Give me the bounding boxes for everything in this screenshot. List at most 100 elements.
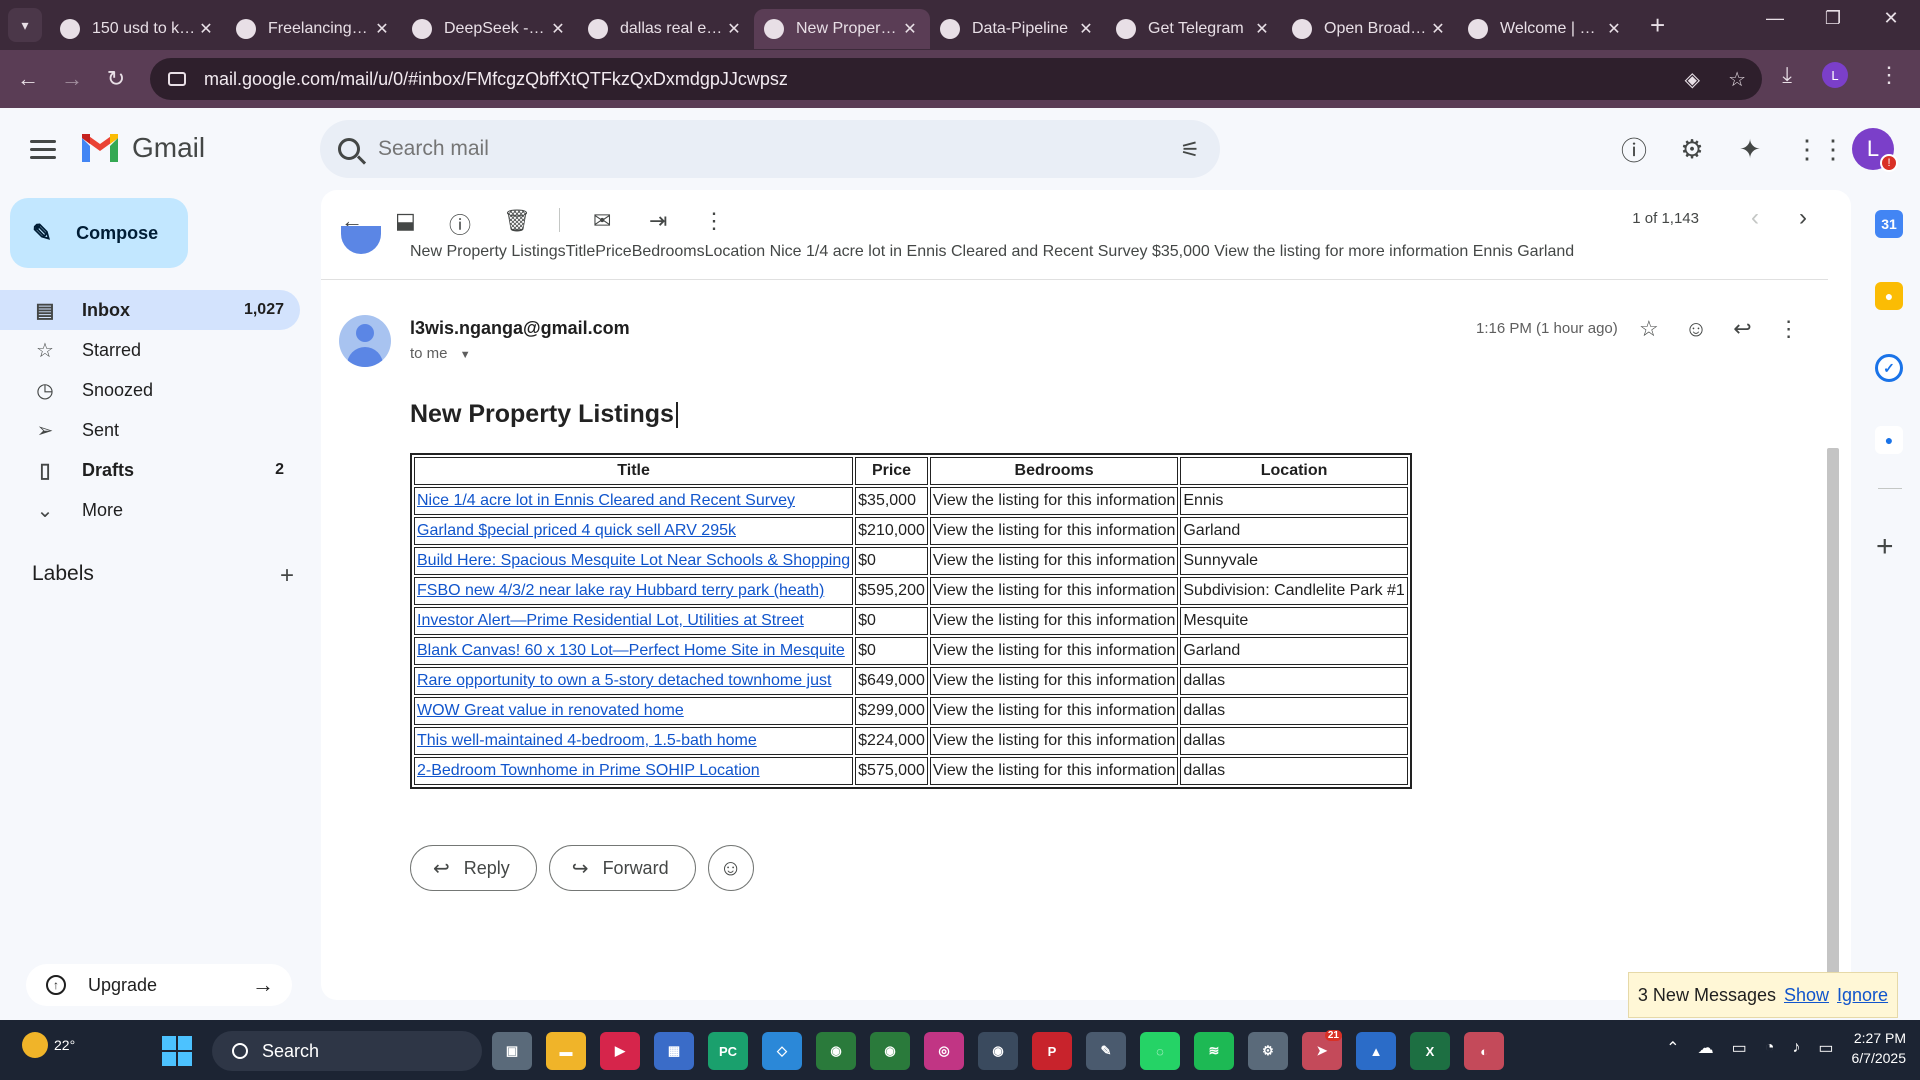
browser-tab[interactable]: Get Telegram ✕ — [1106, 9, 1282, 49]
listing-link[interactable]: FSBO new 4/3/2 near lake ray Hubbard ter… — [417, 582, 824, 599]
photos-icon[interactable]: ▲ — [1356, 1032, 1396, 1070]
older-chevron-icon[interactable]: › — [1799, 204, 1807, 232]
edge-icon[interactable]: ◐ — [1464, 1032, 1504, 1070]
more-vert-icon[interactable]: ⋮ — [1778, 316, 1800, 342]
file-explorer-icon[interactable]: ▬ — [546, 1032, 586, 1070]
site-info-icon[interactable] — [168, 72, 186, 86]
move-to-icon[interactable]: ⇥ — [649, 208, 667, 234]
sidebar-item-sent[interactable]: ➢ Sent — [0, 410, 300, 450]
settings-gear-icon[interactable]: ⚙ — [1678, 134, 1706, 165]
sidebar-item-snoozed[interactable]: ◷ Snoozed — [0, 370, 300, 410]
telegram-icon[interactable]: ➤ 21 — [1302, 1030, 1342, 1070]
emoji-reaction-button[interactable]: ☺ — [707, 845, 754, 891]
report-spam-icon[interactable]: ⓘ — [449, 208, 471, 240]
gemini-sparkle-icon[interactable]: ✦ — [1736, 134, 1764, 165]
upgrade-button[interactable]: ↑ Upgrade → — [26, 964, 292, 1006]
recipient-details[interactable]: to me ▼ — [410, 345, 471, 362]
reload-icon[interactable]: ↻ — [94, 66, 138, 92]
reply-icon[interactable]: ↩ — [1733, 316, 1751, 342]
browser-tab[interactable]: Open Broadcaster✕ — [1282, 9, 1458, 49]
listing-link[interactable]: WOW Great value in renovated home — [417, 702, 684, 719]
star-icon[interactable]: ☆ — [1639, 316, 1659, 342]
instagram-icon[interactable]: ◎ — [924, 1032, 964, 1070]
pycharm-icon[interactable]: PC — [708, 1032, 748, 1070]
newer-chevron-icon[interactable]: ‹ — [1751, 204, 1759, 232]
apps-grid-icon[interactable]: ⋮⋮ — [1794, 134, 1846, 165]
close-tab-icon[interactable]: ✕ — [372, 19, 392, 39]
sender-email[interactable]: l3wis.nganga@gmail.com — [410, 318, 630, 339]
help-icon[interactable]: ⓘ — [1620, 131, 1648, 168]
chrome-profile-icon[interactable]: ◉ — [978, 1032, 1018, 1070]
browser-tab[interactable]: 150 usd to ksh ✕ — [50, 9, 226, 49]
wifi-icon[interactable]: ◔ — [1765, 1039, 1775, 1057]
compose-button[interactable]: ✎ Compose — [10, 198, 188, 268]
browser-menu-icon[interactable]: ⋮ — [1878, 62, 1900, 88]
close-tab-icon[interactable]: ✕ — [1604, 19, 1624, 39]
browser-tab[interactable]: dallas real estate✕ — [578, 9, 754, 49]
collapsed-message[interactable]: New Property ListingsTitlePriceBedroomsL… — [321, 226, 1828, 280]
browser-profile-avatar[interactable]: L — [1822, 62, 1848, 88]
close-tab-icon[interactable]: ✕ — [724, 19, 744, 39]
whatsapp-icon[interactable]: ◌ — [1140, 1032, 1180, 1070]
calendar-icon[interactable]: 31 — [1875, 210, 1903, 238]
more-options-icon[interactable]: ⋮ — [703, 208, 725, 234]
start-windows-icon[interactable] — [162, 1036, 192, 1066]
chrome-icon[interactable]: ◉ — [816, 1032, 856, 1070]
browser-tab[interactable]: Welcome | Olostep✕ — [1458, 9, 1634, 49]
notepad-icon[interactable]: ✎ — [1086, 1032, 1126, 1070]
bookmark-star-icon[interactable]: ☆ — [1728, 67, 1746, 92]
sidebar-item-more[interactable]: ⌄ More — [0, 490, 300, 530]
taskbar-search[interactable]: Search — [212, 1031, 482, 1071]
listing-link[interactable]: Nice 1/4 acre lot in Ennis Cleared and R… — [417, 492, 795, 509]
browser-tab[interactable]: Data-Pipeline ✕ — [930, 9, 1106, 49]
listing-link[interactable]: Rare opportunity to own a 5-story detach… — [417, 672, 831, 689]
browser-tab[interactable]: Freelancing Jobs✕ — [226, 9, 402, 49]
python-icon[interactable]: ◇ — [762, 1032, 802, 1070]
gmail-logo[interactable]: Gmail — [80, 132, 205, 164]
listing-link[interactable]: Build Here: Spacious Mesquite Lot Near S… — [417, 552, 850, 569]
get-addons-icon[interactable]: + — [1876, 530, 1894, 564]
notification-show-link[interactable]: Show — [1784, 985, 1829, 1006]
close-tab-icon[interactable]: ✕ — [1428, 19, 1448, 39]
media-player-icon[interactable]: ▶ — [600, 1032, 640, 1070]
reply-button[interactable]: ↩ Reply — [410, 845, 537, 891]
sidebar-item-inbox[interactable]: ▤ Inbox 1,027 — [0, 290, 300, 330]
close-tab-icon[interactable]: ✕ — [548, 19, 568, 39]
mark-unread-icon[interactable]: ✉ — [593, 208, 611, 234]
excel-icon[interactable]: X — [1410, 1032, 1450, 1070]
new-tab-button[interactable]: + — [1650, 10, 1665, 41]
restore-button[interactable]: ❐ — [1804, 8, 1862, 29]
volume-icon[interactable]: ♪ — [1792, 1039, 1800, 1057]
keep-icon[interactable]: ● — [1875, 282, 1903, 310]
lens-icon[interactable]: ◈ — [1685, 67, 1700, 92]
emoji-react-icon[interactable]: ☺ — [1685, 316, 1707, 342]
address-bar[interactable]: mail.google.com/mail/u/0/#inbox/FMfcgzQb… — [150, 58, 1762, 100]
spotify-icon[interactable]: ≋ — [1194, 1032, 1234, 1070]
close-tab-icon[interactable]: ✕ — [1076, 19, 1096, 39]
sidebar-item-drafts[interactable]: ▯ Drafts 2 — [0, 450, 300, 490]
browser-tab[interactable]: DeepSeek - Into the Unknown✕ — [402, 9, 578, 49]
archive-icon[interactable]: ⬓ — [395, 208, 416, 234]
battery-icon[interactable]: ▭ — [1818, 1038, 1833, 1058]
forward-arrow-icon[interactable]: → — [50, 66, 94, 92]
sender-avatar[interactable] — [339, 315, 391, 367]
display-icon[interactable]: ▭ — [1732, 1038, 1747, 1058]
minimize-button[interactable]: — — [1746, 8, 1804, 29]
listing-link[interactable]: Blank Canvas! 60 x 130 Lot—Perfect Home … — [417, 642, 845, 659]
search-icon[interactable] — [338, 138, 360, 160]
main-menu-icon[interactable] — [30, 140, 56, 164]
listing-link[interactable]: Investor Alert—Prime Residential Lot, Ut… — [417, 612, 804, 629]
account-avatar[interactable]: L ! — [1852, 128, 1898, 172]
listing-link[interactable]: This well-maintained 4-bedroom, 1.5-bath… — [417, 732, 757, 749]
listing-link[interactable]: 2-Bedroom Townhome in Prime SOHIP Locati… — [417, 762, 760, 779]
search-options-icon[interactable]: ⚟ — [1180, 137, 1200, 163]
download-icon[interactable]: ⤓ — [1782, 62, 1792, 88]
store-icon[interactable]: ▦ — [654, 1032, 694, 1070]
tasks-icon[interactable]: ✓ — [1875, 354, 1903, 382]
clock[interactable]: 2:27 PM 6/7/2025 — [1852, 1028, 1907, 1068]
forward-button[interactable]: ↪ Forward — [548, 845, 696, 891]
close-tab-icon[interactable]: ✕ — [1252, 19, 1272, 39]
scrollbar[interactable] — [1827, 448, 1839, 988]
search-input[interactable] — [378, 137, 1078, 161]
task-view-icon[interactable]: ▣ — [492, 1032, 532, 1070]
